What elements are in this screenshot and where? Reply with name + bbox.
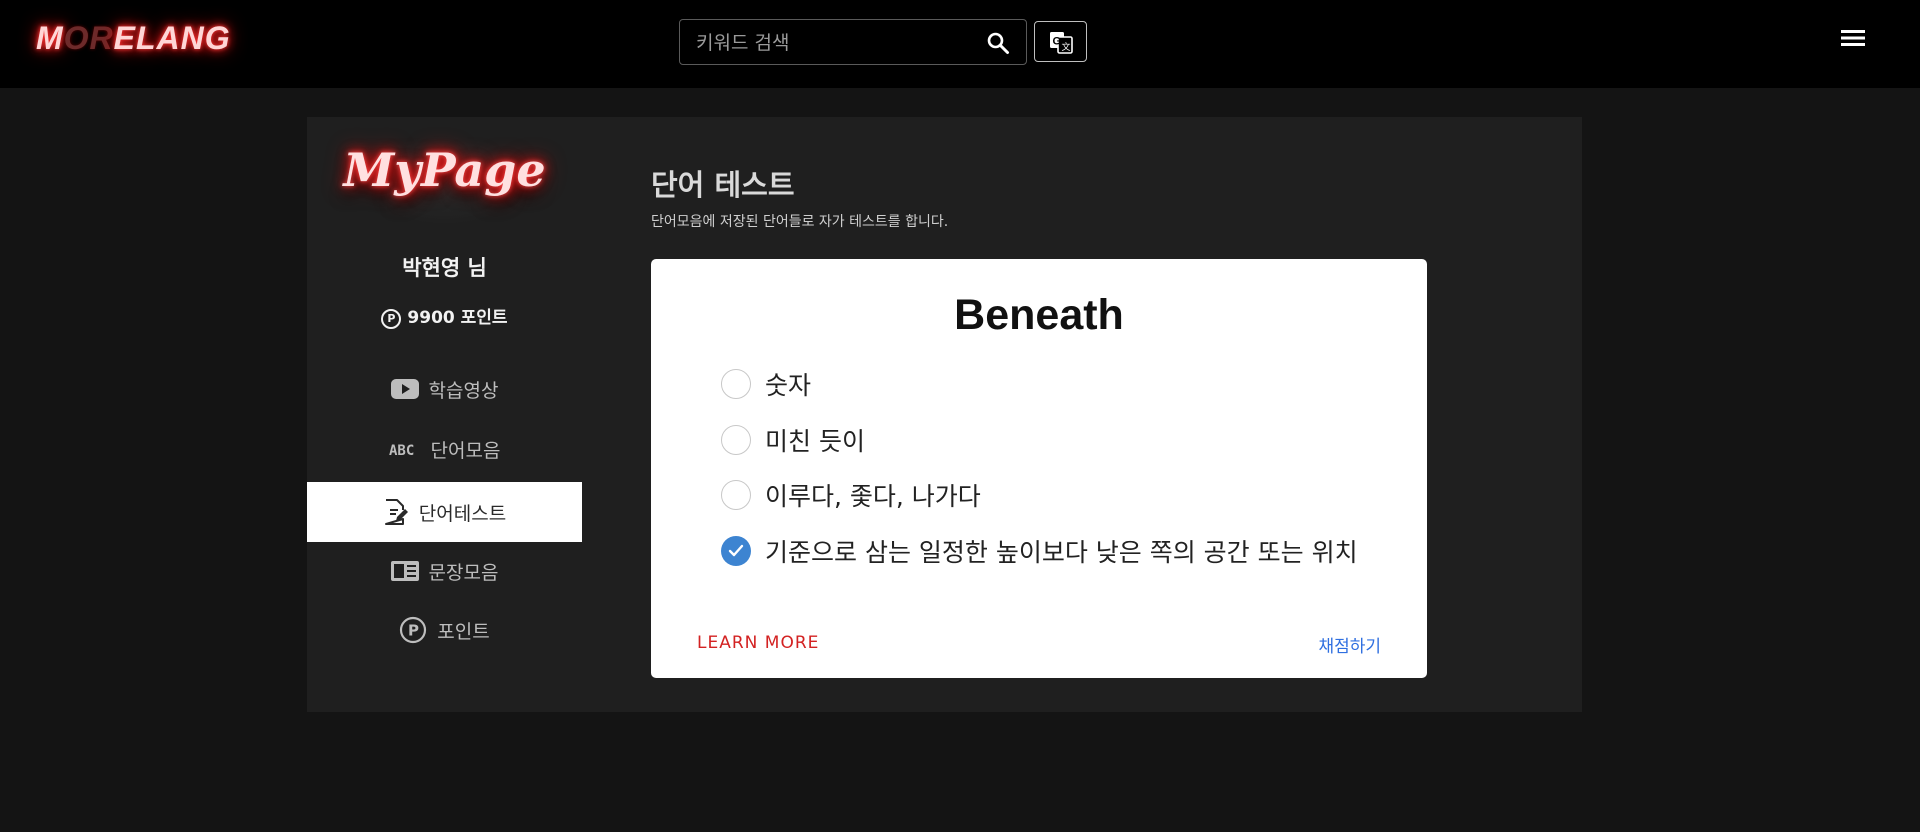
points-value: 9900 포인트: [407, 308, 508, 328]
option-label: 기준으로 삼는 일정한 높이보다 낮은 쪽의 공간 또는 위치: [765, 538, 1358, 567]
quiz-option[interactable]: 이루다, 좇다, 나가다: [721, 475, 981, 515]
translate-icon: G 文: [1050, 32, 1073, 54]
points-display: P 9900 포인트: [307, 303, 582, 329]
logo-text-part2: OR: [63, 20, 114, 56]
mypage-heading: MyPage: [343, 143, 546, 197]
hamburger-menu-icon[interactable]: [1840, 25, 1866, 51]
sidebar-item-word-test[interactable]: 단어테스트: [307, 482, 582, 542]
sidebar: MyPage 박현영 님 P 9900 포인트 학습영상 ABC 단어모음 단어…: [307, 117, 582, 712]
grade-button[interactable]: 채점하기: [1318, 632, 1381, 657]
sidebar-item-label: 단어테스트: [418, 502, 507, 525]
radio-button[interactable]: [721, 369, 751, 399]
logo-text-part1: M: [36, 20, 64, 56]
page-title: 단어 테스트: [651, 168, 795, 202]
svg-text:ABC: ABC: [389, 443, 414, 457]
article-icon: [390, 560, 419, 582]
sidebar-item-sentence-collection[interactable]: 문장모음: [307, 541, 582, 601]
logo-text-part3: ELANG: [113, 20, 231, 56]
username: 박현영 님: [402, 256, 487, 280]
sidebar-item-videos[interactable]: 학습영상: [307, 359, 582, 419]
svg-text:G: G: [1053, 36, 1062, 48]
search-icon[interactable]: [986, 31, 1010, 55]
sidebar-item-word-collection[interactable]: ABC 단어모음: [307, 419, 582, 479]
points-icon: P: [399, 616, 427, 644]
top-navbar: MORELANG G 文: [0, 0, 1920, 88]
svg-text:文: 文: [1062, 41, 1071, 53]
sidebar-item-label: 단어모음: [430, 439, 501, 462]
sidebar-item-label: 학습영상: [428, 379, 499, 402]
quiz-card: Beneath 숫자 미친 듯이 이루다, 좇다, 나가다 기준으로 삼는 일정…: [651, 259, 1427, 678]
quiz-option-selected[interactable]: 기준으로 삼는 일정한 높이보다 낮은 쪽의 공간 또는 위치: [721, 531, 1358, 571]
sidebar-item-points[interactable]: P 포인트: [307, 600, 582, 660]
radio-button[interactable]: [721, 425, 751, 455]
option-label: 미친 듯이: [765, 427, 865, 456]
quiz-option[interactable]: 미친 듯이: [721, 420, 865, 460]
svg-text:P: P: [408, 622, 419, 640]
abc-icon: ABC: [389, 441, 421, 457]
search-box: [679, 19, 1027, 66]
search-input[interactable]: [694, 20, 968, 66]
main-panel: MyPage 박현영 님 P 9900 포인트 학습영상 ABC 단어모음 단어…: [307, 117, 1582, 712]
option-label: 이루다, 좇다, 나가다: [765, 482, 981, 511]
radio-button[interactable]: [721, 480, 751, 510]
check-icon: [728, 544, 744, 557]
page-subtitle: 단어모음에 저장된 단어들로 자가 테스트를 합니다.: [651, 214, 949, 230]
radio-button-checked[interactable]: [721, 536, 751, 566]
sidebar-item-label: 문장모음: [428, 561, 499, 584]
option-label: 숫자: [765, 371, 812, 400]
learn-more-link[interactable]: LEARN MORE: [697, 633, 819, 653]
quiz-word: Beneath: [954, 291, 1124, 339]
document-edit-icon: [383, 498, 409, 526]
translate-button[interactable]: G 文: [1034, 21, 1087, 62]
points-icon: P: [381, 309, 402, 329]
sidebar-item-label: 포인트: [437, 620, 490, 643]
youtube-icon: [390, 378, 419, 400]
quiz-option[interactable]: 숫자: [721, 364, 811, 404]
morelang-logo[interactable]: MORELANG: [36, 20, 231, 57]
